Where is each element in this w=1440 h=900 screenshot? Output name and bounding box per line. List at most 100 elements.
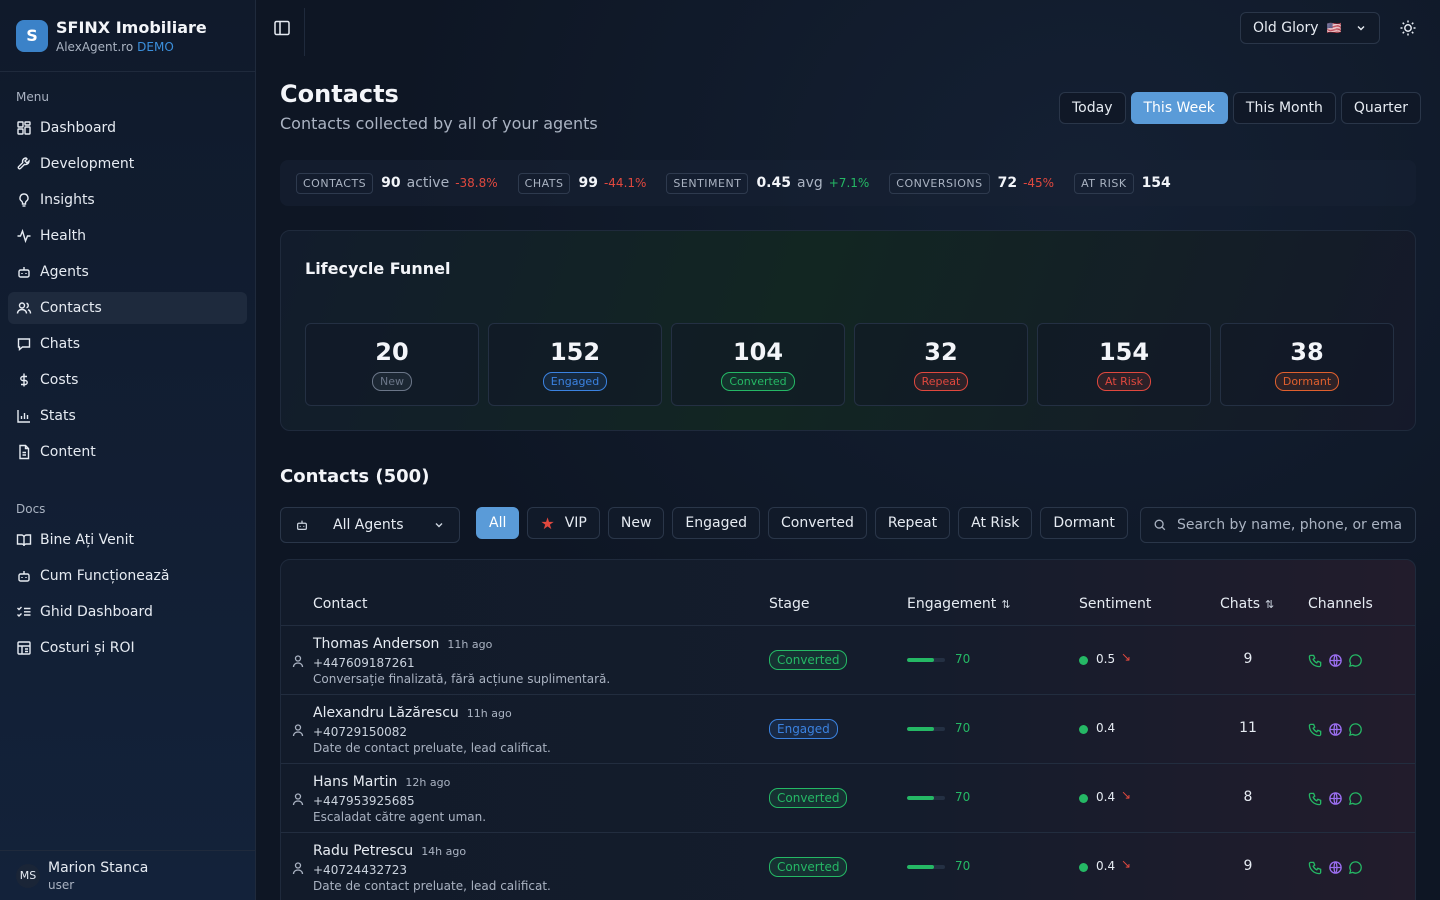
sentiment-value: 0.4 [1096, 859, 1116, 873]
workspace-select[interactable]: Old Glory 🇺🇸 [1240, 12, 1380, 44]
tab-quarter[interactable]: Quarter [1340, 92, 1421, 124]
contact-name-line: Alexandru Lăzărescu 11h ago [313, 705, 512, 721]
sidebar-item-contacts[interactable]: Contacts [8, 292, 247, 324]
funnel-card-repeat[interactable]: 32 Repeat [854, 323, 1028, 406]
trend-down-icon: ↘ [1121, 650, 1132, 664]
col-stage: Stage [769, 596, 810, 612]
chats-count: 11 [1239, 720, 1257, 736]
flag-icon: 🇺🇸 [1326, 21, 1342, 35]
trend-down-icon: ↘ [1121, 788, 1132, 802]
funnel-count: 152 [549, 338, 601, 366]
table-row[interactable]: Hans Martin 12h ago +447953925685 Escalad… [281, 764, 1415, 833]
filter-converted[interactable]: Converted [767, 507, 867, 539]
engagement-value: 70 [955, 859, 971, 873]
filter-all[interactable]: All [476, 507, 520, 539]
funnel-card-converted[interactable]: 104 Converted [671, 323, 845, 406]
contacts-section-title: Contacts (500) [280, 466, 430, 487]
col-engagement[interactable]: Engagement ⇅ [907, 596, 1011, 612]
file-icon [19, 444, 30, 460]
sidebar-item-stats[interactable]: Stats [8, 400, 247, 432]
search-input[interactable] [1177, 517, 1403, 533]
stage-badge: Engaged [769, 719, 838, 739]
star-icon: ★ [540, 513, 555, 533]
col-engagement-label: Engagement [907, 596, 997, 612]
sidebar-item-health[interactable]: Health [8, 220, 247, 252]
page-title: Contacts [280, 80, 399, 108]
contact-note: Escaladat către agent uman. [313, 810, 487, 824]
stat-unit: avg [796, 175, 823, 191]
period-tabs: Today This Week This Month Quarter [1059, 92, 1421, 124]
sidebar-item-costs[interactable]: Costs [8, 364, 247, 396]
engagement-fill [907, 865, 934, 869]
tab-this-month[interactable]: This Month [1232, 92, 1336, 124]
filter-engaged[interactable]: Engaged [672, 507, 760, 539]
engagement-fill [907, 796, 934, 800]
sidebar-doc-welcome[interactable]: Bine Ați Venit [8, 524, 247, 556]
demo-badge: DEMO [137, 39, 174, 54]
sidebar-item-label: Costuri și ROI [40, 640, 135, 656]
sun-icon[interactable] [1398, 18, 1418, 38]
funnel-card-dormant[interactable]: 38 Dormant [1220, 323, 1394, 406]
user-icon [292, 724, 304, 737]
filter-dormant[interactable]: Dormant [1040, 507, 1128, 539]
funnel-card-at-risk[interactable]: 154 At Risk [1037, 323, 1211, 406]
sidebar-doc-dashboard-guide[interactable]: Ghid Dashboard [8, 596, 247, 628]
stats-bar: CONTACTS 90 active -38.8% CHATS 99 -44.1… [280, 160, 1416, 206]
sentiment-dot [1079, 656, 1088, 665]
sidebar-toggle-icon[interactable] [272, 18, 292, 38]
bot-icon [18, 267, 30, 278]
col-chats[interactable]: Chats ⇅ [1220, 596, 1274, 612]
agent-filter-select[interactable]: All Agents [280, 507, 460, 543]
stat-value: 90 [381, 175, 401, 191]
funnel-badge: Converted [721, 372, 795, 391]
list-checks-icon [17, 606, 31, 617]
sentiment-dot [1079, 863, 1088, 872]
sidebar-item-content[interactable]: Content [8, 436, 247, 468]
sentiment-value: 0.5 [1096, 652, 1116, 666]
lifecycle-funnel: Lifecycle Funnel 20 New 152 Engaged 104 … [280, 230, 1416, 431]
filter-repeat[interactable]: Repeat [874, 507, 951, 539]
tab-this-week[interactable]: This Week [1130, 92, 1228, 124]
engagement-bar [907, 658, 945, 662]
table-row[interactable]: Thomas Anderson 11h ago +447609187261 Con… [281, 626, 1415, 695]
sidebar-doc-how-it-works[interactable]: Cum Funcționează [8, 560, 247, 592]
bot-icon [297, 520, 307, 530]
stat-unit: active [406, 175, 450, 191]
contact-note: Date de contact preluate, lead calificat… [313, 879, 551, 893]
stage-badge: Converted [769, 857, 848, 877]
contact-note: Conversație finalizată, fără acțiune sup… [313, 672, 611, 686]
tab-today[interactable]: Today [1059, 92, 1126, 124]
sidebar-doc-costs-roi[interactable]: Costuri și ROI [8, 632, 247, 664]
sidebar-item-insights[interactable]: Insights [8, 184, 247, 216]
sidebar-item-agents[interactable]: Agents [8, 256, 247, 288]
sidebar-item-label: Costs [40, 372, 79, 388]
user-icon [292, 655, 304, 668]
filter-vip[interactable]: ★ VIP [527, 507, 600, 539]
brand-domain-text: AlexAgent.ro [56, 39, 134, 54]
filter-at-risk[interactable]: At Risk [958, 507, 1033, 539]
brand-name: SFINX Imobiliare [56, 17, 207, 37]
brand-header[interactable]: S SFINX Imobiliare AlexAgent.ro DEMO [0, 0, 255, 72]
sidebar-item-development[interactable]: Development [8, 148, 247, 180]
funnel-card-new[interactable]: 20 New [305, 323, 479, 406]
table-row[interactable]: Radu Petrescu 14h ago +40724432723 Date d… [281, 833, 1415, 900]
contact-name: Alexandru Lăzărescu [313, 705, 459, 721]
user-profile[interactable]: MS Marion Stanca user [0, 850, 256, 900]
sidebar-item-label: Content [40, 444, 96, 460]
whatsapp-icon [1348, 792, 1362, 806]
engagement-value: 70 [955, 790, 971, 804]
engagement-value: 70 [955, 652, 971, 666]
funnel-card-engaged[interactable]: 152 Engaged [488, 323, 662, 406]
sidebar-item-chats[interactable]: Chats [8, 328, 247, 360]
sidebar-item-dashboard[interactable]: Dashboard [8, 112, 247, 144]
sentiment-value: 0.4 [1096, 721, 1116, 735]
globe-icon [1329, 861, 1342, 874]
stat-sentiment: SENTIMENT 0.45 avg +7.1% [666, 172, 869, 194]
table-row[interactable]: Alexandru Lăzărescu 11h ago +40729150082 … [281, 695, 1415, 764]
main-content: Old Glory 🇺🇸 Contacts Contacts collected… [256, 0, 1440, 900]
stat-label: AT RISK [1074, 172, 1134, 194]
sidebar-item-label: Development [40, 156, 135, 172]
filter-new[interactable]: New [607, 507, 665, 539]
sidebar-item-label: Cum Funcționează [40, 568, 170, 584]
sidebar: S SFINX Imobiliare AlexAgent.ro DEMO Menu… [0, 0, 256, 900]
